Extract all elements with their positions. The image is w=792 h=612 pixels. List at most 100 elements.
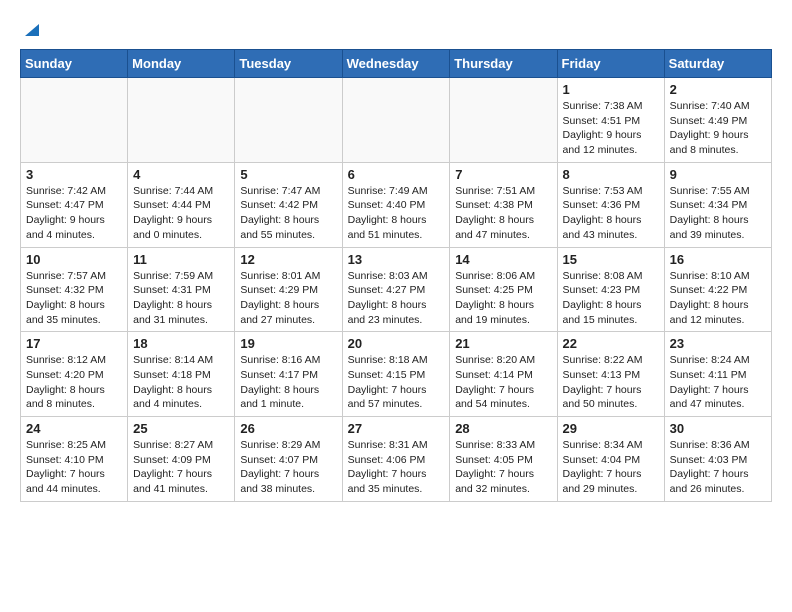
- day-info: Sunrise: 7:59 AMSunset: 4:31 PMDaylight:…: [133, 269, 229, 328]
- day-info: Sunrise: 8:16 AMSunset: 4:17 PMDaylight:…: [240, 353, 336, 412]
- day-info: Sunrise: 8:27 AMSunset: 4:09 PMDaylight:…: [133, 438, 229, 497]
- calendar-cell: 9 Sunrise: 7:55 AMSunset: 4:34 PMDaylight…: [664, 162, 771, 247]
- calendar-cell: 6 Sunrise: 7:49 AMSunset: 4:40 PMDaylight…: [342, 162, 450, 247]
- day-info: Sunrise: 8:31 AMSunset: 4:06 PMDaylight:…: [348, 438, 445, 497]
- day-info: Sunrise: 7:44 AMSunset: 4:44 PMDaylight:…: [133, 184, 229, 243]
- day-number: 8: [563, 167, 659, 182]
- page-header: [20, 20, 772, 39]
- logo: [20, 20, 41, 39]
- day-number: 27: [348, 421, 445, 436]
- calendar-cell: 25 Sunrise: 8:27 AMSunset: 4:09 PMDayligh…: [128, 417, 235, 502]
- calendar-cell: 22Sunrise: 8:22 AMSunset: 4:13 PMDayligh…: [557, 332, 664, 417]
- calendar-cell: 11 Sunrise: 7:59 AMSunset: 4:31 PMDayligh…: [128, 247, 235, 332]
- calendar-cell: [342, 78, 450, 163]
- day-info: Sunrise: 8:29 AMSunset: 4:07 PMDaylight:…: [240, 438, 336, 497]
- day-number: 9: [670, 167, 766, 182]
- day-number: 11: [133, 252, 229, 267]
- day-number: 26: [240, 421, 336, 436]
- calendar-cell: 18 Sunrise: 8:14 AMSunset: 4:18 PMDayligh…: [128, 332, 235, 417]
- day-number: 25: [133, 421, 229, 436]
- day-info: Sunrise: 8:01 AMSunset: 4:29 PMDaylight:…: [240, 269, 336, 328]
- calendar-header-wednesday: Wednesday: [342, 50, 450, 78]
- calendar-cell: 28 Sunrise: 8:33 AMSunset: 4:05 PMDayligh…: [450, 417, 557, 502]
- day-number: 18: [133, 336, 229, 351]
- day-info: Sunrise: 7:53 AMSunset: 4:36 PMDaylight:…: [563, 184, 659, 243]
- day-info: Sunrise: 8:06 AMSunset: 4:25 PMDaylight:…: [455, 269, 551, 328]
- day-info: Sunrise: 7:42 AMSunset: 4:47 PMDaylight:…: [26, 184, 122, 243]
- calendar-cell: 17 Sunrise: 8:12 AMSunset: 4:20 PMDayligh…: [21, 332, 128, 417]
- calendar-week-row: 3 Sunrise: 7:42 AMSunset: 4:47 PMDaylight…: [21, 162, 772, 247]
- day-info: Sunrise: 8:10 AMSunset: 4:22 PMDaylight:…: [670, 269, 766, 328]
- day-number: 6: [348, 167, 445, 182]
- calendar-cell: [21, 78, 128, 163]
- calendar-cell: 15 Sunrise: 8:08 AMSunset: 4:23 PMDayligh…: [557, 247, 664, 332]
- calendar-cell: 16 Sunrise: 8:10 AMSunset: 4:22 PMDayligh…: [664, 247, 771, 332]
- calendar-week-row: 24 Sunrise: 8:25 AMSunset: 4:10 PMDayligh…: [21, 417, 772, 502]
- calendar-cell: 13 Sunrise: 8:03 AMSunset: 4:27 PMDayligh…: [342, 247, 450, 332]
- day-number: 17: [26, 336, 122, 351]
- calendar-cell: 21Sunrise: 8:20 AMSunset: 4:14 PMDayligh…: [450, 332, 557, 417]
- day-info: Sunrise: 8:22 AMSunset: 4:13 PMDaylight:…: [563, 353, 659, 412]
- calendar-cell: 3 Sunrise: 7:42 AMSunset: 4:47 PMDaylight…: [21, 162, 128, 247]
- day-info: Sunrise: 8:34 AMSunset: 4:04 PMDaylight:…: [563, 438, 659, 497]
- day-number: 5: [240, 167, 336, 182]
- calendar-cell: [128, 78, 235, 163]
- calendar-cell: 29Sunrise: 8:34 AMSunset: 4:04 PMDayligh…: [557, 417, 664, 502]
- calendar-header-monday: Monday: [128, 50, 235, 78]
- day-info: Sunrise: 7:47 AMSunset: 4:42 PMDaylight:…: [240, 184, 336, 243]
- calendar-cell: 7 Sunrise: 7:51 AMSunset: 4:38 PMDaylight…: [450, 162, 557, 247]
- calendar: SundayMondayTuesdayWednesdayThursdayFrid…: [20, 49, 772, 502]
- day-number: 7: [455, 167, 551, 182]
- calendar-week-row: 1Sunrise: 7:38 AMSunset: 4:51 PMDaylight…: [21, 78, 772, 163]
- day-number: 30: [670, 421, 766, 436]
- day-info: Sunrise: 8:08 AMSunset: 4:23 PMDaylight:…: [563, 269, 659, 328]
- day-info: Sunrise: 7:49 AMSunset: 4:40 PMDaylight:…: [348, 184, 445, 243]
- day-info: Sunrise: 8:18 AMSunset: 4:15 PMDaylight:…: [348, 353, 445, 412]
- day-number: 21: [455, 336, 551, 351]
- calendar-cell: 1Sunrise: 7:38 AMSunset: 4:51 PMDaylight…: [557, 78, 664, 163]
- calendar-cell: 4 Sunrise: 7:44 AMSunset: 4:44 PMDaylight…: [128, 162, 235, 247]
- calendar-cell: 27 Sunrise: 8:31 AMSunset: 4:06 PMDayligh…: [342, 417, 450, 502]
- day-number: 24: [26, 421, 122, 436]
- day-number: 28: [455, 421, 551, 436]
- day-number: 3: [26, 167, 122, 182]
- calendar-header-row: SundayMondayTuesdayWednesdayThursdayFrid…: [21, 50, 772, 78]
- day-number: 13: [348, 252, 445, 267]
- day-number: 20: [348, 336, 445, 351]
- calendar-header-thursday: Thursday: [450, 50, 557, 78]
- calendar-cell: 23Sunrise: 8:24 AMSunset: 4:11 PMDayligh…: [664, 332, 771, 417]
- day-number: 2: [670, 82, 766, 97]
- day-info: Sunrise: 8:03 AMSunset: 4:27 PMDaylight:…: [348, 269, 445, 328]
- day-number: 4: [133, 167, 229, 182]
- logo-icon: [23, 20, 41, 38]
- calendar-cell: 30 Sunrise: 8:36 AMSunset: 4:03 PMDayligh…: [664, 417, 771, 502]
- day-number: 15: [563, 252, 659, 267]
- calendar-cell: 12Sunrise: 8:01 AMSunset: 4:29 PMDayligh…: [235, 247, 342, 332]
- day-info: Sunrise: 8:14 AMSunset: 4:18 PMDaylight:…: [133, 353, 229, 412]
- calendar-header-saturday: Saturday: [664, 50, 771, 78]
- calendar-cell: 20 Sunrise: 8:18 AMSunset: 4:15 PMDayligh…: [342, 332, 450, 417]
- day-number: 16: [670, 252, 766, 267]
- day-number: 19: [240, 336, 336, 351]
- day-info: Sunrise: 8:33 AMSunset: 4:05 PMDaylight:…: [455, 438, 551, 497]
- calendar-week-row: 17 Sunrise: 8:12 AMSunset: 4:20 PMDayligh…: [21, 332, 772, 417]
- day-number: 10: [26, 252, 122, 267]
- calendar-header-friday: Friday: [557, 50, 664, 78]
- calendar-cell: 24 Sunrise: 8:25 AMSunset: 4:10 PMDayligh…: [21, 417, 128, 502]
- calendar-cell: 2 Sunrise: 7:40 AMSunset: 4:49 PMDaylight…: [664, 78, 771, 163]
- calendar-cell: 5 Sunrise: 7:47 AMSunset: 4:42 PMDaylight…: [235, 162, 342, 247]
- day-info: Sunrise: 7:40 AMSunset: 4:49 PMDaylight:…: [670, 99, 766, 158]
- calendar-cell: 8 Sunrise: 7:53 AMSunset: 4:36 PMDaylight…: [557, 162, 664, 247]
- day-info: Sunrise: 7:55 AMSunset: 4:34 PMDaylight:…: [670, 184, 766, 243]
- day-info: Sunrise: 7:57 AMSunset: 4:32 PMDaylight:…: [26, 269, 122, 328]
- day-info: Sunrise: 7:51 AMSunset: 4:38 PMDaylight:…: [455, 184, 551, 243]
- day-info: Sunrise: 8:25 AMSunset: 4:10 PMDaylight:…: [26, 438, 122, 497]
- day-info: Sunrise: 8:36 AMSunset: 4:03 PMDaylight:…: [670, 438, 766, 497]
- calendar-cell: 19 Sunrise: 8:16 AMSunset: 4:17 PMDayligh…: [235, 332, 342, 417]
- day-info: Sunrise: 8:12 AMSunset: 4:20 PMDaylight:…: [26, 353, 122, 412]
- calendar-cell: [235, 78, 342, 163]
- day-info: Sunrise: 7:38 AMSunset: 4:51 PMDaylight:…: [563, 99, 659, 158]
- calendar-cell: 10 Sunrise: 7:57 AMSunset: 4:32 PMDayligh…: [21, 247, 128, 332]
- calendar-header-sunday: Sunday: [21, 50, 128, 78]
- calendar-header-tuesday: Tuesday: [235, 50, 342, 78]
